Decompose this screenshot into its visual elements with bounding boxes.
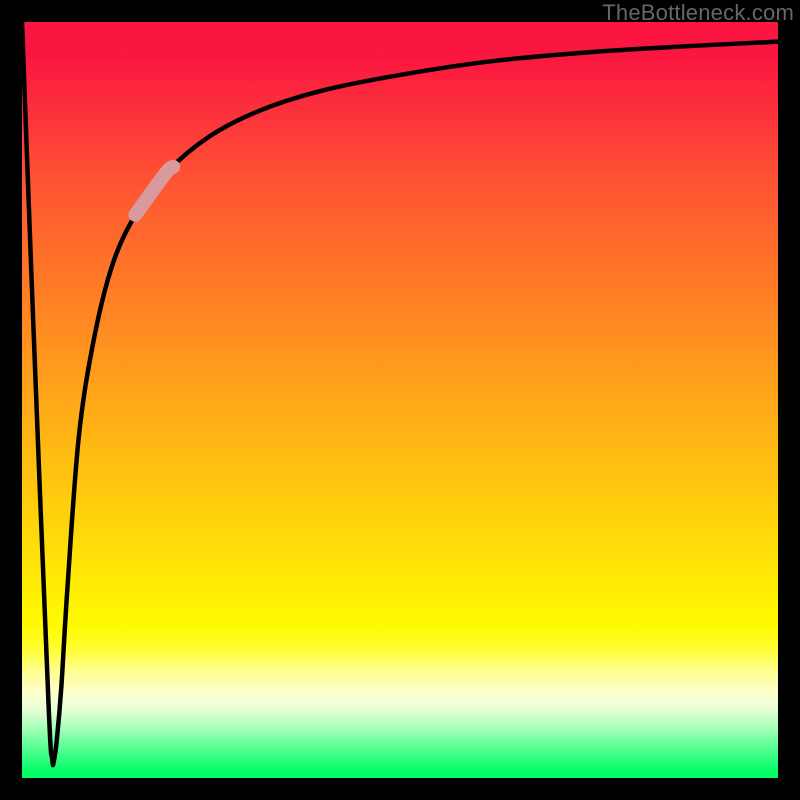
attribution-label: TheBottleneck.com — [602, 0, 794, 26]
highlight-segment — [135, 167, 173, 215]
curve-layer — [22, 22, 778, 778]
bottleneck-curve — [22, 22, 778, 765]
plot-area — [22, 22, 778, 778]
chart-stage: TheBottleneck.com — [0, 0, 800, 800]
